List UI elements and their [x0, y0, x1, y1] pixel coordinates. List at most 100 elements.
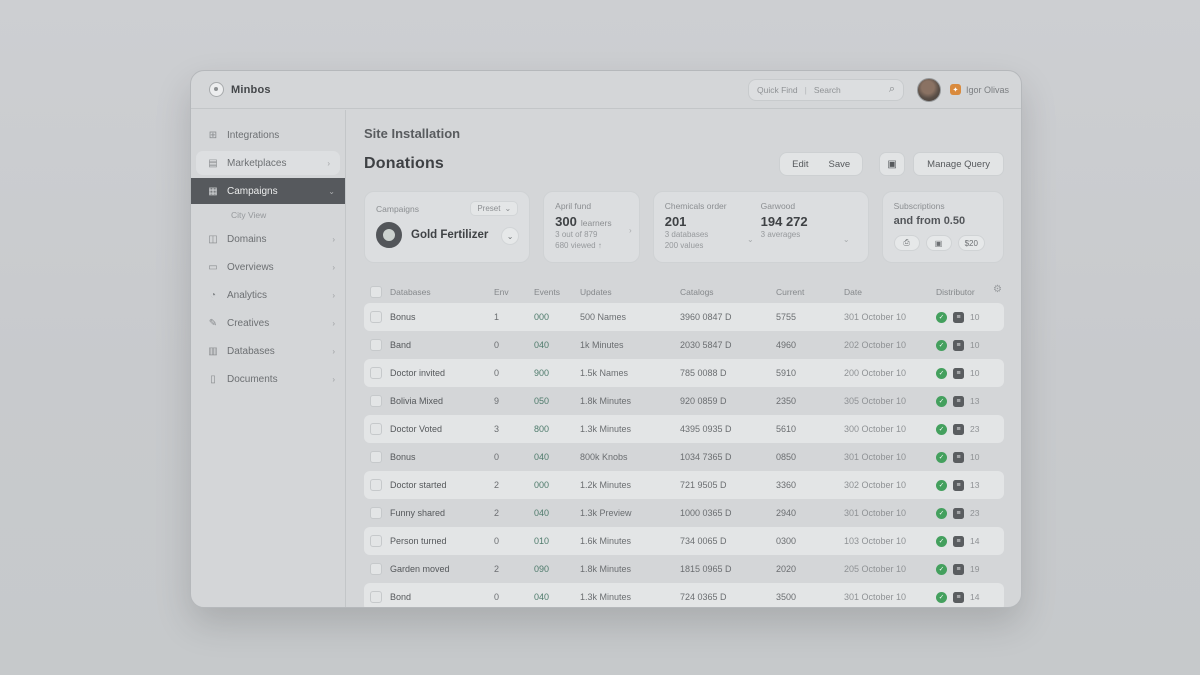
list-icon: ≡: [953, 563, 964, 575]
save-button[interactable]: Save: [819, 159, 861, 170]
sidebar-item[interactable]: ✎ Creatives ›: [191, 311, 345, 336]
availability-sub2: 680 viewed ↑: [555, 241, 602, 250]
row-checkbox[interactable]: [370, 451, 382, 463]
cell-name: Bolivia Mixed: [390, 396, 444, 406]
list-icon: ≡: [953, 507, 964, 519]
chevron-down-icon: ⌄: [746, 235, 754, 244]
logo-icon: [209, 82, 224, 97]
sidebar-item[interactable]: City View: [191, 206, 345, 223]
search-icon[interactable]: ⌕: [889, 83, 895, 96]
column-header: Events: [534, 286, 560, 297]
row-checkbox[interactable]: [370, 507, 382, 519]
chevron-down-icon: ⌄: [506, 231, 514, 241]
cell-updates: 1.8k Minutes: [580, 564, 632, 574]
cell-current: 3500: [776, 592, 797, 602]
price-button[interactable]: $20: [957, 235, 985, 251]
sidebar-item[interactable]: ◔ Analytics ›: [191, 283, 345, 308]
manage-button[interactable]: Manage Query: [913, 152, 1004, 176]
cell-distributor: ✓ ≡ 10: [936, 311, 1004, 323]
cell-name: Funny shared: [390, 508, 446, 518]
sidebar-item[interactable]: ▭ Overviews ›: [191, 255, 345, 280]
analytics-icon: ◔: [209, 290, 217, 301]
search-input[interactable]: Quick Find | Search ⌕: [747, 78, 904, 101]
preset-dropdown[interactable]: Preset ⌄: [470, 201, 519, 216]
row-checkbox[interactable]: [370, 311, 382, 323]
sidebar-item[interactable]: ▦ Campaigns ⌄: [191, 178, 345, 204]
subscriptions-card: Subscriptions and from 0.50 ⎙ ▣ $20: [881, 191, 1004, 263]
cell-events: 090: [534, 564, 550, 574]
sidebar-item[interactable]: ▥ Databases ›: [191, 339, 345, 364]
user-menu[interactable]: ✦ Igor Olivas: [949, 84, 1009, 95]
table-row[interactable]: Doctor Voted 3 800 1.3k Minutes 4395 093…: [364, 415, 1004, 443]
cell-name: Doctor started: [390, 480, 447, 490]
cell-current: 5755: [776, 312, 797, 322]
cell-events: 010: [534, 536, 550, 546]
app-header: Minbos Quick Find | Search ⌕ ✦ Igor Oliv…: [191, 71, 1021, 109]
table-row[interactable]: Bolivia Mixed 9 050 1.8k Minutes 920 085…: [364, 387, 1004, 415]
table-row[interactable]: Person turned 0 010 1.6k Minutes 734 006…: [364, 527, 1004, 555]
breadcrumb: Site Installation: [364, 126, 461, 141]
table-body: Bonus 1 000 500 Names 3960 0847 D 5755 3…: [364, 303, 1004, 607]
row-checkbox[interactable]: [370, 423, 382, 435]
sidebar-item[interactable]: ▯ Documents ›: [191, 367, 345, 392]
cell-name: Doctor Voted: [390, 424, 443, 434]
sidebar-item[interactable]: ▤ Marketplaces ›: [196, 151, 340, 175]
row-checkbox[interactable]: [370, 395, 382, 407]
cell-current: 0300: [776, 536, 797, 546]
chevron-icon: ›: [332, 263, 335, 272]
edit-button[interactable]: Edit: [782, 159, 818, 170]
sidebar: ⊞ Integrations ▤ Marketplaces › ▦ Campai…: [191, 110, 346, 607]
cell-current: 4960: [776, 340, 797, 350]
cell-current: 2350: [776, 396, 797, 406]
table-row[interactable]: Bond 0 040 1.3k Minutes 724 0365 D 3500 …: [364, 583, 1004, 607]
table-row[interactable]: Band 0 040 1k Minutes 2030 5847 D 4960 2…: [364, 331, 1004, 359]
databases-icon: ▥: [208, 346, 218, 357]
cell-updates: 1k Minutes: [580, 340, 624, 350]
table-row[interactable]: Bonus 1 000 500 Names 3960 0847 D 5755 3…: [364, 303, 1004, 331]
campaigns-icon: ▦: [208, 185, 218, 197]
page-actions: Edit Save ▣ Manage Query: [779, 152, 1004, 176]
cell-current: 5910: [776, 368, 797, 378]
row-checkbox[interactable]: [370, 339, 382, 351]
select-all-checkbox[interactable]: [370, 285, 382, 298]
search-divider: |: [804, 84, 807, 95]
app-logo: Minbos: [209, 82, 271, 97]
chevron-down-icon: ⌄: [842, 235, 850, 244]
cell-events: 800: [534, 424, 550, 434]
sidebar-item[interactable]: ◫ Domains ›: [191, 227, 345, 252]
table-row[interactable]: Garden moved 2 090 1.8k Minutes 1815 096…: [364, 555, 1004, 583]
row-checkbox[interactable]: [370, 535, 382, 547]
cell-updates: 800k Knobs: [580, 452, 628, 462]
cell-env: 0: [494, 452, 500, 462]
subscriptions-buttons: ⎙ ▣ $20: [893, 235, 992, 251]
sidebar-item-label: Campaigns: [227, 185, 278, 197]
row-checkbox[interactable]: [370, 479, 382, 491]
list-icon: ≡: [953, 395, 964, 407]
row-checkbox[interactable]: [370, 563, 382, 575]
sidebar-item-label: Overviews: [227, 262, 274, 273]
table-header-row: ⚙ Databases Env Events Updates Catalogs …: [364, 280, 1004, 303]
cell-distributor: ✓ ≡ 23: [936, 423, 1004, 435]
grid-button[interactable]: ▣: [925, 235, 952, 251]
distributor-count: 10: [970, 368, 980, 378]
distributor-count: 13: [970, 480, 980, 490]
app-window: Minbos Quick Find | Search ⌕ ✦ Igor Oliv…: [190, 70, 1022, 608]
cell-catalogs: 920 0859 D: [680, 396, 727, 406]
avatar[interactable]: [916, 77, 941, 102]
table-row[interactable]: Doctor invited 0 900 1.5k Names 785 0088…: [364, 359, 1004, 387]
row-checkbox[interactable]: [370, 591, 382, 603]
gear-icon[interactable]: ⚙: [993, 284, 1002, 295]
table-row[interactable]: Funny shared 2 040 1.3k Preview 1000 036…: [364, 499, 1004, 527]
table-row[interactable]: Bonus 0 040 800k Knobs 1034 7365 D 0850 …: [364, 443, 1004, 471]
list-icon: ≡: [953, 479, 964, 491]
sidebar-item[interactable]: ⊞ Integrations: [191, 123, 345, 148]
row-checkbox[interactable]: [370, 367, 382, 379]
tool-icon-button[interactable]: ▣: [879, 152, 906, 176]
desktop-background: Minbos Quick Find | Search ⌕ ✦ Igor Oliv…: [0, 0, 1200, 675]
print-button[interactable]: ⎙: [893, 235, 920, 251]
distributor-count: 13: [970, 396, 980, 406]
cell-distributor: ✓ ≡ 13: [936, 479, 1004, 491]
orders-right-column: Garwood 194 272 3 averages ⌄: [761, 201, 857, 253]
cell-env: 0: [494, 536, 500, 546]
table-row[interactable]: Doctor started 2 000 1.2k Minutes 721 95…: [364, 471, 1004, 499]
